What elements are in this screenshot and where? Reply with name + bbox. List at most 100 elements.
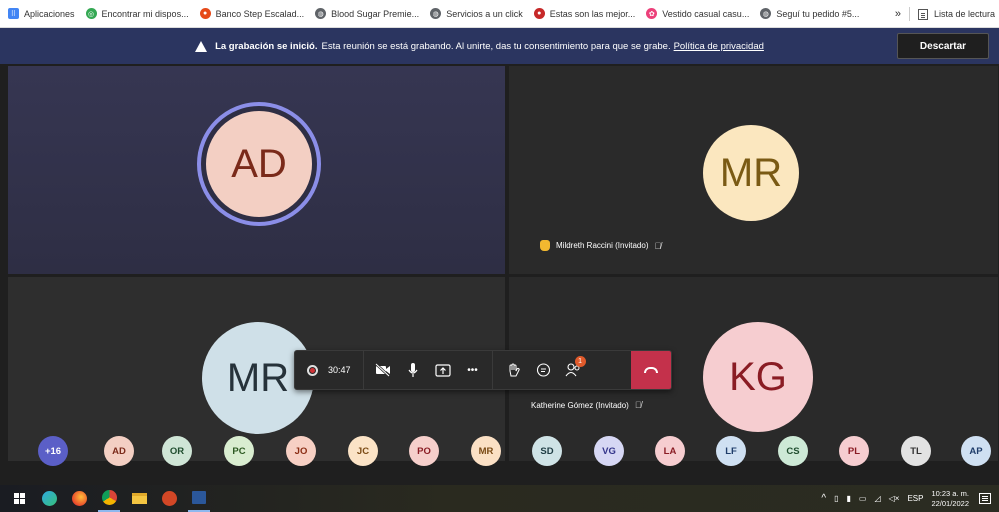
globe-icon: ◍ [315, 8, 327, 19]
clock-time: 10:23 a. m. [931, 488, 969, 498]
bookmark-vestido[interactable]: ✿ Vestido casual casu... [646, 8, 749, 19]
banner-bold-text: La grabación se inició. [215, 40, 318, 52]
clock[interactable]: 10:23 a. m. 22/01/2022 [931, 489, 969, 509]
more-actions-button[interactable]: ••• [458, 350, 488, 390]
phone-hangup-icon [644, 367, 658, 373]
bookmark-servicios[interactable]: ◍ Servicios a un click [430, 8, 523, 19]
participant-avatar[interactable]: PC [224, 436, 254, 466]
bookmark-label: Banco Step Escalad... [215, 8, 305, 19]
participant-avatar[interactable]: OR [162, 436, 192, 466]
taskbar-chrome[interactable] [98, 485, 120, 512]
taskbar-file-explorer[interactable] [128, 485, 150, 512]
participant-avatar[interactable]: AD [104, 436, 134, 466]
participant-strip: +16 AD OR PC JO JC PO MR SD VG LA LF CS … [8, 431, 998, 471]
microphone-icon[interactable]: ▮ [846, 494, 850, 503]
avatar-mildreth: MR [703, 125, 799, 221]
raise-hand-button[interactable] [499, 350, 529, 390]
taskbar-edge[interactable] [38, 485, 60, 512]
leave-call-button[interactable] [631, 351, 671, 389]
participant-avatar[interactable]: VG [594, 436, 624, 466]
share-screen-button[interactable] [428, 350, 458, 390]
dismiss-button[interactable]: Descartar [897, 33, 989, 59]
apps-grid-icon: ⠿ [8, 8, 19, 19]
more-bookmarks-button[interactable]: » [895, 8, 901, 20]
reading-list-button[interactable]: Lista de lectura [934, 9, 995, 19]
banner-message: La grabación se inició. Esta reunión se … [195, 40, 764, 52]
bookmark-label: Blood Sugar Premie... [331, 8, 420, 19]
windows-logo-icon [13, 493, 25, 504]
participant-name: Mildreth Raccini (Invitado) [556, 241, 649, 250]
chat-button[interactable] [529, 350, 559, 390]
clock-date: 22/01/2022 [931, 498, 969, 508]
bookmark-apps[interactable]: ⠿ Aplicaciones [8, 8, 75, 19]
participants-badge: 1 [574, 356, 586, 367]
language-indicator[interactable]: ESP [907, 494, 923, 503]
recording-icon [307, 364, 318, 376]
divider [491, 350, 493, 390]
participant-avatar[interactable]: PL [839, 436, 869, 466]
volume-muted-icon[interactable]: ◁× [889, 494, 900, 503]
divider [908, 7, 910, 21]
bookmark-label: Estas son las mejor... [549, 8, 636, 19]
bookmark-find-device[interactable]: ◎ Encontrar mi dispos... [85, 8, 189, 19]
privacy-policy-link[interactable]: Política de privacidad [674, 41, 764, 52]
bookmark-segui-pedido[interactable]: ◍ Seguí tu pedido #5... [760, 8, 859, 19]
powerpoint-icon [161, 491, 177, 506]
meeting-controls: 30:47 ••• 1 [294, 350, 672, 390]
tablet-icon[interactable]: ▯ [834, 494, 838, 503]
edge-icon [41, 491, 57, 506]
taskbar-word[interactable] [188, 485, 210, 512]
wifi-icon[interactable]: ◿ [874, 494, 880, 503]
shop-icon: ✿ [646, 8, 658, 19]
participant-avatar[interactable]: MR [471, 436, 501, 466]
hand-icon [509, 363, 520, 376]
warning-icon [195, 40, 208, 52]
camera-toggle-button[interactable] [368, 350, 398, 390]
participant-avatar[interactable]: AP [961, 436, 991, 466]
notification-icon[interactable] [979, 493, 991, 504]
bookmark-blood-sugar[interactable]: ◍ Blood Sugar Premie... [315, 8, 419, 19]
participant-avatar[interactable]: CS [778, 436, 808, 466]
share-tray-icon [434, 363, 451, 377]
participant-avatar[interactable]: PO [409, 436, 439, 466]
mic-off-icon: 🎙̸ [654, 240, 662, 251]
news-icon: ● [533, 8, 545, 19]
bookmark-estas-son[interactable]: ● Estas son las mejor... [533, 8, 636, 19]
chevron-up-icon[interactable]: ^ [821, 493, 826, 504]
mic-off-icon: 🎙̸ [634, 400, 642, 410]
word-icon [192, 491, 206, 504]
recording-banner: La grabación se inició. Esta reunión se … [0, 28, 999, 64]
battery-icon[interactable]: ▭ [859, 494, 867, 503]
participants-button[interactable]: 1 [559, 350, 589, 390]
bookmark-label: Encontrar mi dispos... [101, 8, 189, 19]
participant-overflow-avatar[interactable]: +16 [38, 436, 68, 466]
divider [362, 350, 364, 390]
raised-hand-icon [540, 240, 550, 251]
name-label-mildreth: Mildreth Raccini (Invitado) 🎙̸ [540, 240, 661, 251]
folder-icon [131, 493, 147, 504]
participant-avatar[interactable]: LF [716, 436, 746, 466]
avatar-katherine: KG [703, 322, 813, 432]
participant-avatar[interactable]: LA [655, 436, 685, 466]
screen: ⠿ Aplicaciones ◎ Encontrar mi dispos... ● B… [0, 0, 999, 512]
globe-icon: ◍ [760, 8, 772, 19]
chrome-icon [101, 490, 117, 505]
camera-off-icon [374, 363, 390, 377]
windows-taskbar: ^ ▯ ▮ ▭ ◿ ◁× ESP 10:23 a. m. 22/01/2022 [0, 485, 999, 512]
participant-name: Katherine Gómez (Invitado) [531, 400, 629, 410]
name-label-katherine: Katherine Gómez (Invitado) 🎙̸ [531, 400, 642, 410]
bookmark-banco[interactable]: ● Banco Step Escalad... [199, 8, 305, 19]
participant-avatar[interactable]: TL [901, 436, 931, 466]
start-button[interactable] [8, 485, 30, 512]
bookmarks-right: » Lista de lectura [895, 0, 995, 28]
participant-avatar[interactable]: JO [286, 436, 316, 466]
reading-list-icon [917, 8, 928, 20]
participant-avatar[interactable]: JC [348, 436, 378, 466]
firefox-icon [71, 491, 87, 506]
taskbar-powerpoint[interactable] [158, 485, 180, 512]
bookmarks-bar: ⠿ Aplicaciones ◎ Encontrar mi dispos... ● B… [0, 0, 999, 28]
participant-avatar[interactable]: SD [532, 436, 562, 466]
bookmark-label: Servicios a un click [446, 8, 523, 19]
mic-toggle-button[interactable] [398, 350, 428, 390]
taskbar-firefox[interactable] [68, 485, 90, 512]
